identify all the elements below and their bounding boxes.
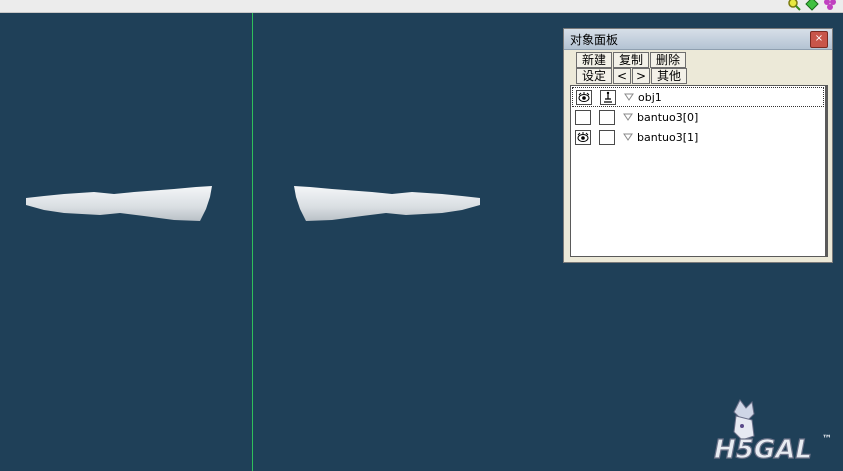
expand-triangle-icon[interactable] — [623, 132, 633, 142]
mascot-icon — [733, 399, 755, 441]
panel-titlebar[interactable]: 对象面板 × — [564, 29, 832, 50]
visibility-toggle[interactable] — [576, 89, 592, 105]
molecule-icon[interactable] — [823, 0, 837, 11]
lock-icon — [604, 91, 612, 103]
diamond-icon[interactable] — [805, 0, 819, 11]
list-item[interactable]: obj1 — [572, 87, 824, 107]
top-toolbar — [0, 0, 843, 13]
next-button[interactable]: > — [632, 68, 650, 84]
mesh-bantuo3-right[interactable] — [292, 183, 482, 223]
lock-toggle[interactable] — [600, 89, 616, 105]
list-item[interactable]: bantuo3[1] — [571, 127, 825, 147]
watermark-text: H5GAL — [714, 435, 812, 465]
panel-title: 对象面板 — [570, 33, 619, 47]
other-button[interactable]: 其他 — [651, 68, 687, 84]
mesh-bantuo3-left[interactable] — [24, 183, 214, 223]
settings-button[interactable]: 设定 — [576, 68, 612, 84]
list-item[interactable]: bantuo3[0] — [571, 107, 825, 127]
expand-triangle-icon[interactable] — [623, 112, 633, 122]
lock-toggle[interactable] — [599, 129, 615, 145]
eye-icon — [578, 91, 590, 102]
eye-icon — [577, 131, 589, 142]
close-button[interactable]: × — [810, 31, 828, 48]
vertical-axis-line — [252, 13, 253, 471]
object-name: obj1 — [638, 90, 662, 104]
panel-toolbar: 新建 复制 删除 设定 < > 其他 — [576, 52, 688, 84]
search-icon[interactable] — [787, 0, 801, 11]
copy-button[interactable]: 复制 — [613, 52, 649, 68]
expand-triangle-icon[interactable] — [624, 92, 634, 102]
lock-toggle[interactable] — [599, 109, 615, 125]
object-name: bantuo3[0] — [637, 110, 699, 124]
prev-button[interactable]: < — [613, 68, 631, 84]
object-list[interactable]: obj1 bantuo3[0] bantuo3[1] — [570, 85, 828, 257]
object-name: bantuo3[1] — [637, 130, 699, 144]
new-button[interactable]: 新建 — [576, 52, 612, 68]
object-panel: 对象面板 × 新建 复制 删除 设定 < > 其他 obj1 bantuo3[0… — [563, 28, 833, 263]
visibility-toggle[interactable] — [575, 129, 591, 145]
h5gal-watermark-logo: H5GAL ™ — [713, 399, 832, 466]
delete-button[interactable]: 删除 — [650, 52, 686, 68]
visibility-toggle[interactable] — [575, 109, 591, 125]
trademark-symbol: ™ — [822, 434, 832, 445]
